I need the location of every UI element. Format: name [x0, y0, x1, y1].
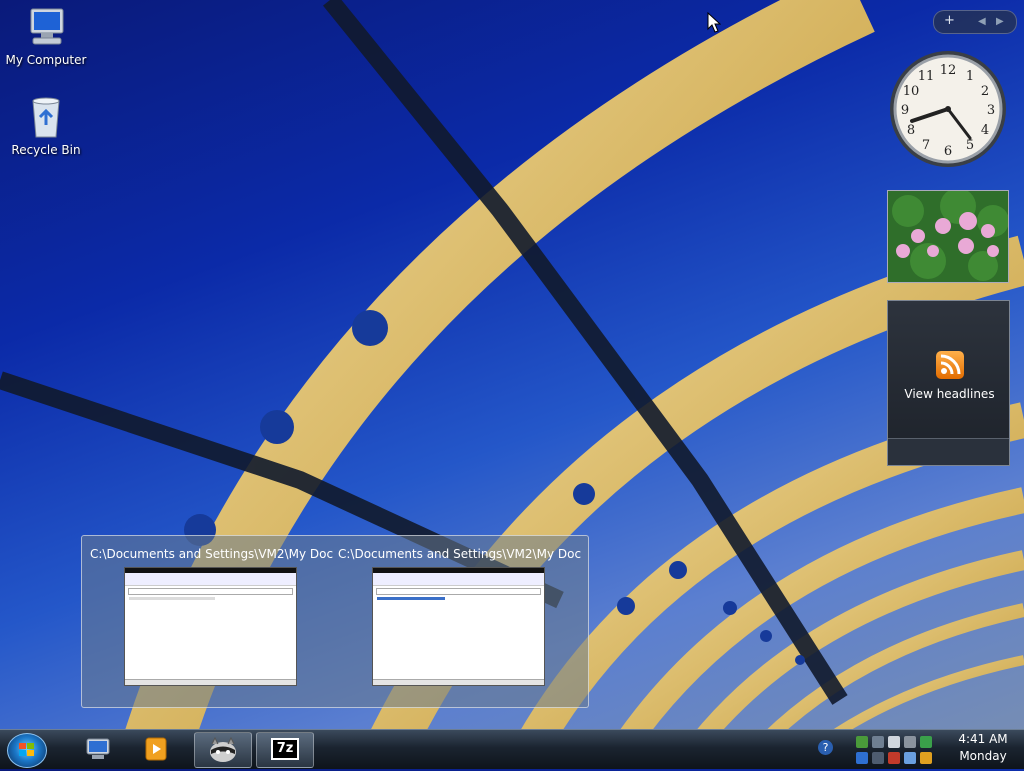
tray-icon-5[interactable] [920, 736, 932, 748]
thumbnail-title-1: C:\Documents and Settings\VM2\My Docum [90, 547, 334, 561]
start-button[interactable] [7, 733, 47, 768]
tray-icon-3[interactable] [888, 736, 900, 748]
tray-icon-2[interactable] [872, 736, 884, 748]
clock-num-4: 4 [981, 123, 989, 138]
my-computer-label: My Computer [5, 53, 87, 67]
taskbar: 7z ? 4:41 AM Monday [0, 729, 1024, 769]
network-icon[interactable] [856, 736, 868, 748]
clock-num-8: 8 [907, 123, 915, 138]
taskbar-button-7zip[interactable]: 7z [256, 732, 314, 768]
view-headlines-link[interactable]: View headlines [888, 387, 1011, 401]
search-icon[interactable] [920, 752, 932, 764]
taskbar-clock[interactable]: 4:41 AM Monday [948, 731, 1018, 765]
clock-num-10: 10 [903, 84, 920, 99]
media-player-icon[interactable] [142, 735, 170, 763]
clock-day: Monday [959, 749, 1007, 763]
raccoon-app-icon [210, 736, 236, 762]
clock-time: 4:41 AM [958, 732, 1008, 746]
clock-num-12: 12 [940, 63, 957, 78]
taskbar-thumbnail-popup: C:\Documents and Settings\VM2\My Docum C… [81, 535, 589, 708]
sidebar-next-icon[interactable]: ▶ [996, 16, 1004, 27]
tray-icon-4[interactable] [904, 736, 916, 748]
tray-icon-7[interactable] [872, 752, 884, 764]
clock-num-7: 7 [922, 138, 930, 153]
rss-icon [936, 351, 964, 379]
sidebar-prev-icon[interactable]: ◀ [978, 16, 986, 27]
feed-headlines-gadget[interactable]: View headlines [887, 300, 1010, 466]
tray-icon-9[interactable] [904, 752, 916, 764]
7zip-icon: 7z [271, 738, 299, 760]
clock-gadget[interactable]: 12 1 2 3 4 5 6 7 8 9 10 11 [888, 48, 1008, 170]
computer-icon [23, 5, 69, 51]
clock-num-1: 1 [966, 69, 974, 84]
tray-icon-8[interactable] [888, 752, 900, 764]
tray-icon-6[interactable] [856, 752, 868, 764]
sidebar-controls: + ◀ ▶ [933, 10, 1017, 34]
water-lily-photo [888, 191, 1008, 282]
window-thumbnail-2[interactable] [372, 567, 545, 686]
clock-num-5: 5 [966, 138, 974, 153]
add-gadget-button[interactable]: + [944, 13, 955, 28]
recycle-bin-icon [23, 95, 69, 141]
slideshow-gadget[interactable] [887, 190, 1009, 283]
7zip-label: 7z [276, 741, 294, 756]
clock-num-9: 9 [901, 103, 909, 118]
show-desktop-icon[interactable] [84, 735, 112, 763]
windows-start-icon [19, 743, 34, 756]
recycle-bin-label: Recycle Bin [11, 143, 81, 157]
feed-footer [888, 438, 1009, 465]
clock-num-11: 11 [918, 69, 935, 84]
clock-num-6: 6 [944, 144, 952, 159]
clock-num-3: 3 [987, 103, 995, 118]
thumbnail-title-2: C:\Documents and Settings\VM2\My Docum [338, 547, 582, 561]
my-computer-desktop-icon[interactable]: My Computer [1, 5, 91, 67]
recycle-bin-desktop-icon[interactable]: Recycle Bin [1, 95, 91, 157]
taskbar-button-raccoon-app[interactable] [194, 732, 252, 768]
help-icon[interactable]: ? [818, 740, 833, 755]
clock-num-2: 2 [981, 84, 989, 99]
mouse-cursor-icon [707, 12, 721, 33]
window-thumbnail-1[interactable] [124, 567, 297, 686]
